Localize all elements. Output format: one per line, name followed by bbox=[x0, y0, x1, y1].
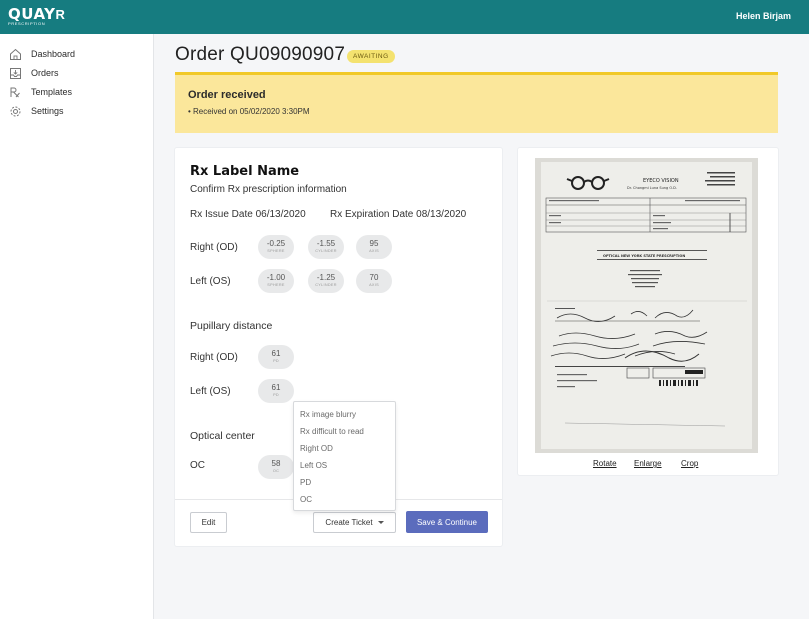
pill-label: CYLINDER bbox=[315, 249, 337, 253]
menu-item-right-od[interactable]: Right OD bbox=[300, 444, 333, 453]
sidebar-item-dashboard[interactable]: Dashboard bbox=[8, 47, 75, 61]
sidebar-item-orders[interactable]: Orders bbox=[8, 66, 59, 80]
save-continue-button[interactable]: Save & Continue bbox=[406, 511, 488, 533]
inbox-icon bbox=[8, 66, 22, 80]
pill-value: 61 bbox=[271, 383, 281, 392]
crop-link[interactable]: Crop bbox=[681, 459, 698, 468]
menu-item-oc[interactable]: OC bbox=[300, 495, 312, 504]
banner-received-line: • Received on 05/02/2020 3:30PM bbox=[188, 107, 310, 116]
create-ticket-menu: Rx image blurry Rx difficult to read Rig… bbox=[293, 401, 396, 511]
prescription-scan-image[interactable]: EYECO VISION Dr. Chongmi Luna Sung O.D. … bbox=[535, 158, 758, 453]
sidebar-item-label: Dashboard bbox=[31, 49, 76, 59]
prescription-preview-card: EYECO VISION Dr. Chongmi Luna Sung O.D. … bbox=[518, 148, 778, 475]
pd-right-pill[interactable]: 61 PD bbox=[258, 345, 294, 369]
pill-label: SPHERE bbox=[267, 283, 285, 287]
pill-label: AXIS bbox=[369, 249, 379, 253]
received-date: Received on 05/02/2020 3:30PM bbox=[193, 107, 310, 116]
pill-value: 95 bbox=[369, 239, 379, 248]
sidebar: Dashboard Orders Templates Settings bbox=[0, 34, 154, 619]
left-axis-pill[interactable]: 70 AXIS bbox=[356, 269, 392, 293]
menu-item-rx-difficult-to-read[interactable]: Rx difficult to read bbox=[300, 427, 364, 436]
sidebar-item-label: Settings bbox=[31, 106, 64, 116]
gear-icon bbox=[8, 104, 22, 118]
caret-down-icon bbox=[377, 521, 384, 524]
pill-label: PD bbox=[273, 393, 279, 397]
sidebar-item-settings[interactable]: Settings bbox=[8, 104, 64, 118]
pill-value: -1.55 bbox=[316, 239, 336, 248]
rx-subtitle: Confirm Rx prescription information bbox=[190, 184, 347, 195]
pill-label: SPHERE bbox=[267, 249, 285, 253]
prescription-scan-drawing: EYECO VISION Dr. Chongmi Luna Sung O.D. … bbox=[541, 162, 752, 449]
left-os-label: Left (OS) bbox=[190, 276, 231, 287]
menu-item-rx-image-blurry[interactable]: Rx image blurry bbox=[300, 410, 356, 419]
banner-title: Order received bbox=[188, 89, 266, 101]
rx-title: Rx Label Name bbox=[190, 164, 300, 179]
menu-item-pd[interactable]: PD bbox=[300, 478, 311, 487]
rx-template-icon bbox=[8, 85, 22, 99]
pill-value: 61 bbox=[271, 349, 281, 358]
right-sphere-pill[interactable]: -0.25 SPHERE bbox=[258, 235, 294, 259]
pill-value: -0.25 bbox=[266, 239, 286, 248]
pd-left-pill[interactable]: 61 PD bbox=[258, 379, 294, 403]
pd-right-label: Right (OD) bbox=[190, 352, 238, 363]
pill-value: 70 bbox=[369, 273, 379, 282]
home-icon bbox=[8, 47, 22, 61]
status-badge: AWAITING bbox=[347, 50, 395, 63]
enlarge-link[interactable]: Enlarge bbox=[634, 459, 662, 468]
right-cylinder-pill[interactable]: -1.55 CYLINDER bbox=[308, 235, 344, 259]
form-title: OPTICAL NEW YORK STATE PRESCRIPTION bbox=[603, 254, 685, 258]
pupillary-distance-title: Pupillary distance bbox=[190, 320, 273, 332]
create-ticket-button[interactable]: Create Ticket bbox=[313, 512, 396, 533]
pill-label: CYLINDER bbox=[315, 283, 337, 287]
page-title: Order QU09090907 bbox=[175, 44, 346, 65]
logo-subtitle: PRESCRIPTION bbox=[8, 21, 46, 26]
pill-value: -1.25 bbox=[316, 273, 336, 282]
order-received-banner: Order received • Received on 05/02/2020 … bbox=[175, 72, 778, 133]
rotate-link[interactable]: Rotate bbox=[593, 459, 617, 468]
rx-issue-date: Rx Issue Date 06/13/2020 bbox=[190, 209, 306, 220]
left-cylinder-pill[interactable]: -1.25 CYLINDER bbox=[308, 269, 344, 293]
create-ticket-label: Create Ticket bbox=[325, 518, 373, 527]
sidebar-item-templates[interactable]: Templates bbox=[8, 85, 72, 99]
left-sphere-pill[interactable]: -1.00 SPHERE bbox=[258, 269, 294, 293]
quay-logo[interactable]: QUAYR PRESCRIPTION bbox=[8, 6, 65, 27]
pill-label: OC bbox=[272, 469, 280, 473]
pill-label: AXIS bbox=[369, 283, 379, 287]
oc-label: OC bbox=[190, 460, 205, 471]
pill-value: 58 bbox=[271, 459, 281, 468]
sidebar-item-label: Templates bbox=[31, 87, 73, 97]
oc-pill[interactable]: 58 OC bbox=[258, 455, 294, 479]
pill-value: -1.00 bbox=[266, 273, 286, 282]
top-bar: QUAYR PRESCRIPTION Helen Birjam bbox=[0, 0, 809, 34]
pd-left-label: Left (OS) bbox=[190, 386, 231, 397]
menu-item-left-os[interactable]: Left OS bbox=[300, 461, 327, 470]
pill-label: PD bbox=[273, 359, 279, 363]
edit-button[interactable]: Edit bbox=[190, 512, 227, 533]
rx-expiration-date: Rx Expiration Date 08/13/2020 bbox=[330, 209, 467, 220]
logo-r: R bbox=[55, 7, 65, 22]
clinic-name: EYECO VISION bbox=[643, 178, 679, 184]
sidebar-item-label: Orders bbox=[31, 68, 59, 78]
optical-center-title: Optical center bbox=[190, 430, 255, 442]
right-axis-pill[interactable]: 95 AXIS bbox=[356, 235, 392, 259]
user-name[interactable]: Helen Birjam bbox=[736, 11, 791, 21]
right-od-label: Right (OD) bbox=[190, 242, 238, 253]
doctor-name: Dr. Chongmi Luna Sung O.D. bbox=[627, 186, 677, 190]
